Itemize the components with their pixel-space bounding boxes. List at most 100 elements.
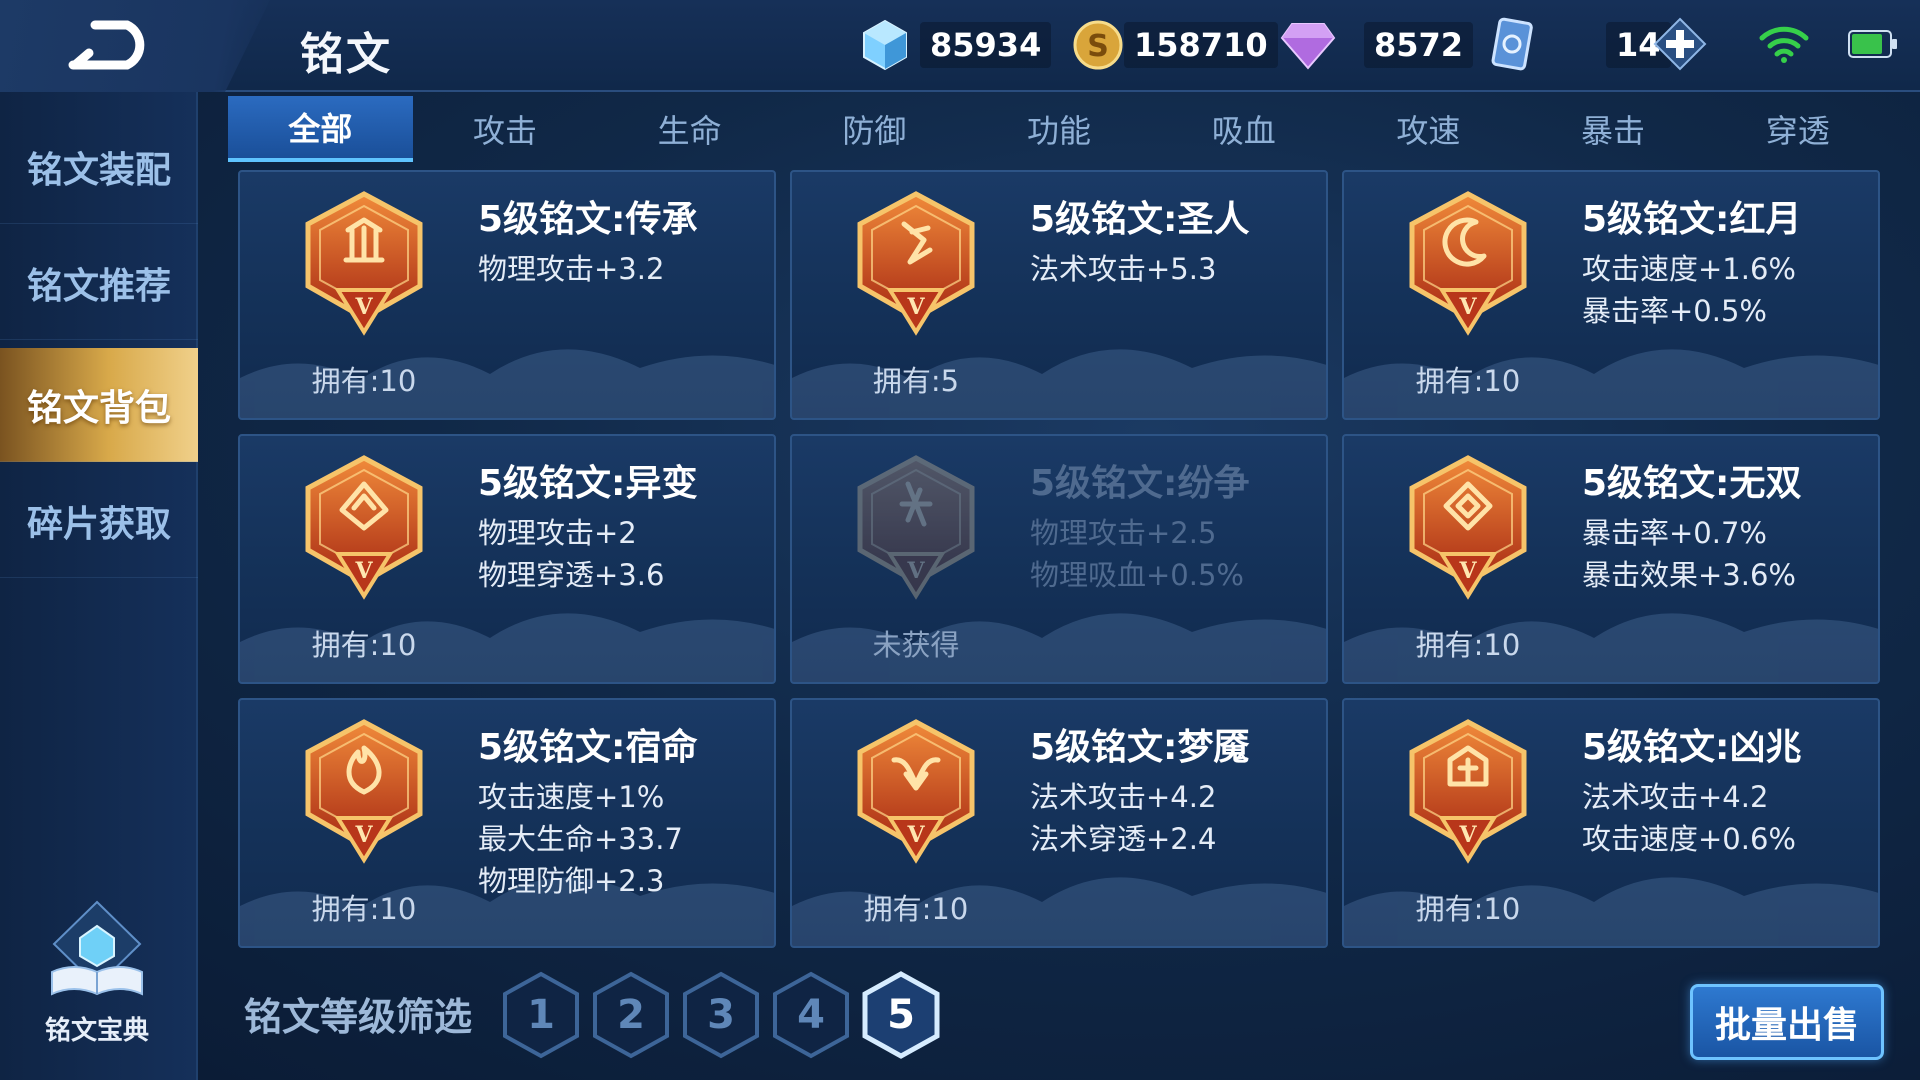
gold-currency: S 158710 (1072, 16, 1278, 74)
top-bar: 铭文 85934 S 158710 8572 14 (0, 0, 1920, 92)
gold-count: 158710 (1124, 22, 1278, 68)
level-filter-1-button[interactable]: 1 (500, 970, 582, 1060)
owned-count: 未获得 (872, 628, 960, 662)
inscription-stat: 攻击速度+1.6% (1582, 252, 1796, 286)
inscription-stat: 暴击效果+3.6% (1582, 558, 1796, 592)
inscription-stat: 暴击率+0.7% (1582, 516, 1767, 550)
wifi-icon (1759, 26, 1809, 63)
inscription-stats: 攻击速度+1% 最大生命+33.7 物理防御+2.3 (478, 776, 683, 902)
inscription-card[interactable]: V 5级铭文:纷争 物理攻击+2.5 物理吸血+0.5% 未获得 (790, 434, 1328, 684)
emblem-level-numeral: V (1458, 294, 1477, 320)
emblem-level-numeral: V (354, 822, 373, 848)
tab-utility[interactable]: 功能 (967, 96, 1152, 162)
bulk-sell-button[interactable]: 批量出售 (1690, 984, 1884, 1060)
inscription-name: 5级铭文:纷争 (1030, 463, 1250, 504)
page-title: 铭文 (300, 29, 392, 80)
inscription-stats: 法术攻击+4.2 法术穿透+2.4 (1030, 776, 1216, 860)
ticket-currency: 14 (1490, 16, 1671, 74)
crystal-icon (863, 19, 907, 71)
emblem-level-numeral: V (906, 558, 925, 584)
battery-icon (1848, 30, 1897, 58)
inscription-stats: 法术攻击+4.2 攻击速度+0.6% (1582, 776, 1796, 860)
destiny-emblem-icon: V (305, 719, 423, 864)
inscription-stat: 攻击速度+1% (478, 780, 665, 814)
inscription-card[interactable]: V 5级铭文:无双 暴击率+0.7% 暴击效果+3.6% 拥有:10 (1342, 434, 1880, 684)
sidebar-item-equip[interactable]: 铭文装配 (0, 110, 198, 224)
tab-critical[interactable]: 暴击 (1521, 96, 1706, 162)
tab-attack-speed[interactable]: 攻速 (1336, 96, 1521, 162)
inscription-name: 5级铭文:宿命 (478, 727, 698, 768)
inscription-name: 5级铭文:红月 (1582, 199, 1802, 240)
inscription-stat: 法术攻击+5.3 (1030, 252, 1217, 286)
codex-button[interactable]: 铭文宝典 (22, 898, 172, 1048)
inscription-stats: 物理攻击+3.2 (478, 248, 664, 290)
tab-attack[interactable]: 攻击 (413, 96, 598, 162)
inscription-name: 5级铭文:无双 (1582, 463, 1802, 504)
sidebar-item-backpack[interactable]: 铭文背包 (0, 348, 198, 462)
emblem-level-numeral: V (354, 558, 373, 584)
emblem-level-numeral: V (906, 822, 925, 848)
level-filter-2-button[interactable]: 2 (590, 970, 672, 1060)
inscription-stat: 物理攻击+2.5 (1030, 516, 1217, 550)
heritage-emblem-icon: V (305, 191, 423, 336)
inscription-stat: 物理攻击+3.2 (478, 252, 665, 286)
inscription-card[interactable]: V 5级铭文:宿命 攻击速度+1% 最大生命+33.7 物理防御+2.3 拥有:10 (238, 698, 776, 948)
back-button[interactable] (60, 14, 160, 76)
add-ticket-button[interactable] (1650, 14, 1710, 74)
level-filter-number: 5 (887, 992, 915, 1038)
codex-label: 铭文宝典 (44, 1016, 149, 1046)
level-filter-4-button[interactable]: 4 (770, 970, 852, 1060)
tab-defense[interactable]: 防御 (782, 96, 967, 162)
nightmare-emblem-icon: V (857, 719, 975, 864)
level-filter-3-button[interactable]: 3 (680, 970, 762, 1060)
owned-count: 拥有:10 (311, 364, 417, 398)
gold-coin-icon: S (1073, 20, 1123, 70)
inscription-stats: 法术攻击+5.3 (1030, 248, 1216, 290)
inscription-stat: 物理攻击+2 (478, 516, 637, 550)
inscription-stat: 法术攻击+4.2 (1030, 780, 1217, 814)
emblem-level-numeral: V (354, 294, 373, 320)
level-filter-5-button[interactable]: 5 (860, 970, 942, 1060)
owned-count: 拥有:10 (1415, 892, 1521, 926)
omen-emblem-icon: V (1409, 719, 1527, 864)
tab-penetration[interactable]: 穿透 (1705, 96, 1890, 162)
saint-emblem-icon: V (857, 191, 975, 336)
owned-count: 拥有:5 (872, 364, 960, 398)
sidebar-item-recommend[interactable]: 铭文推荐 (0, 226, 198, 340)
inscription-card[interactable]: V 5级铭文:传承 物理攻击+3.2 拥有:10 (238, 170, 776, 420)
level-filter-number: 4 (797, 992, 825, 1038)
inscription-grid: V 5级铭文:传承 物理攻击+3.2 拥有:10 V 5级铭文:圣人 法术攻击+5.3 拥有:… (238, 170, 1880, 948)
diamond-currency: 8572 (1280, 16, 1474, 74)
inscription-card[interactable]: V 5级铭文:凶兆法术攻击+4.2 攻击速度+0.6% 拥有:10 (1342, 698, 1880, 948)
level-filter-number: 3 (707, 992, 735, 1038)
back-arrow-icon (68, 20, 145, 70)
inscription-stats: 暴击率+0.7% 暴击效果+3.6% (1582, 512, 1796, 596)
level-filter-number: 2 (617, 992, 645, 1038)
inscription-card[interactable]: V 5级铭文:异变物理攻击+2 物理穿透+3.6 拥有:10 (238, 434, 776, 684)
inscription-stat: 物理防御+2.3 (478, 864, 665, 898)
red-moon-emblem-icon: V (1409, 191, 1527, 336)
diamond-icon (1280, 23, 1336, 70)
peerless-emblem-icon: V (1409, 455, 1527, 600)
inscription-name: 5级铭文:异变 (478, 463, 698, 504)
plus-icon (1653, 17, 1707, 71)
sidebar-item-fragments[interactable]: 碎片获取 (0, 464, 198, 578)
inscription-card[interactable]: V 5级铭文:红月 攻击速度+1.6% 暴击率+0.5% 拥有:10 (1342, 170, 1880, 420)
mutation-emblem-icon: V (305, 455, 423, 600)
inscription-stat: 暴击率+0.5% (1582, 294, 1767, 328)
inscription-stat: 攻击速度+0.6% (1582, 822, 1796, 856)
crystal-count: 85934 (920, 22, 1052, 68)
tab-health[interactable]: 生命 (597, 96, 782, 162)
inscription-card[interactable]: V 5级铭文:梦魇 法术攻击+4.2 法术穿透+2.4 拥有:10 (790, 698, 1328, 948)
svg-text:S: S (1087, 29, 1109, 64)
inscription-card[interactable]: V 5级铭文:圣人 法术攻击+5.3 拥有:5 (790, 170, 1328, 420)
inscription-stat: 最大生命+33.7 (478, 822, 683, 856)
owned-count: 拥有:10 (311, 628, 417, 662)
tab-all[interactable]: 全部 (228, 96, 413, 162)
inscription-stat: 法术穿透+2.4 (1030, 822, 1217, 856)
category-tabs: 全部 攻击 生命 防御 功能 吸血 攻速 暴击 穿透 (228, 96, 1890, 162)
inscription-stats: 物理攻击+2 物理穿透+3.6 (478, 512, 664, 596)
inscription-name: 5级铭文:凶兆 (1582, 727, 1802, 768)
diamond-count: 8572 (1364, 22, 1474, 68)
tab-lifesteal[interactable]: 吸血 (1151, 96, 1336, 162)
